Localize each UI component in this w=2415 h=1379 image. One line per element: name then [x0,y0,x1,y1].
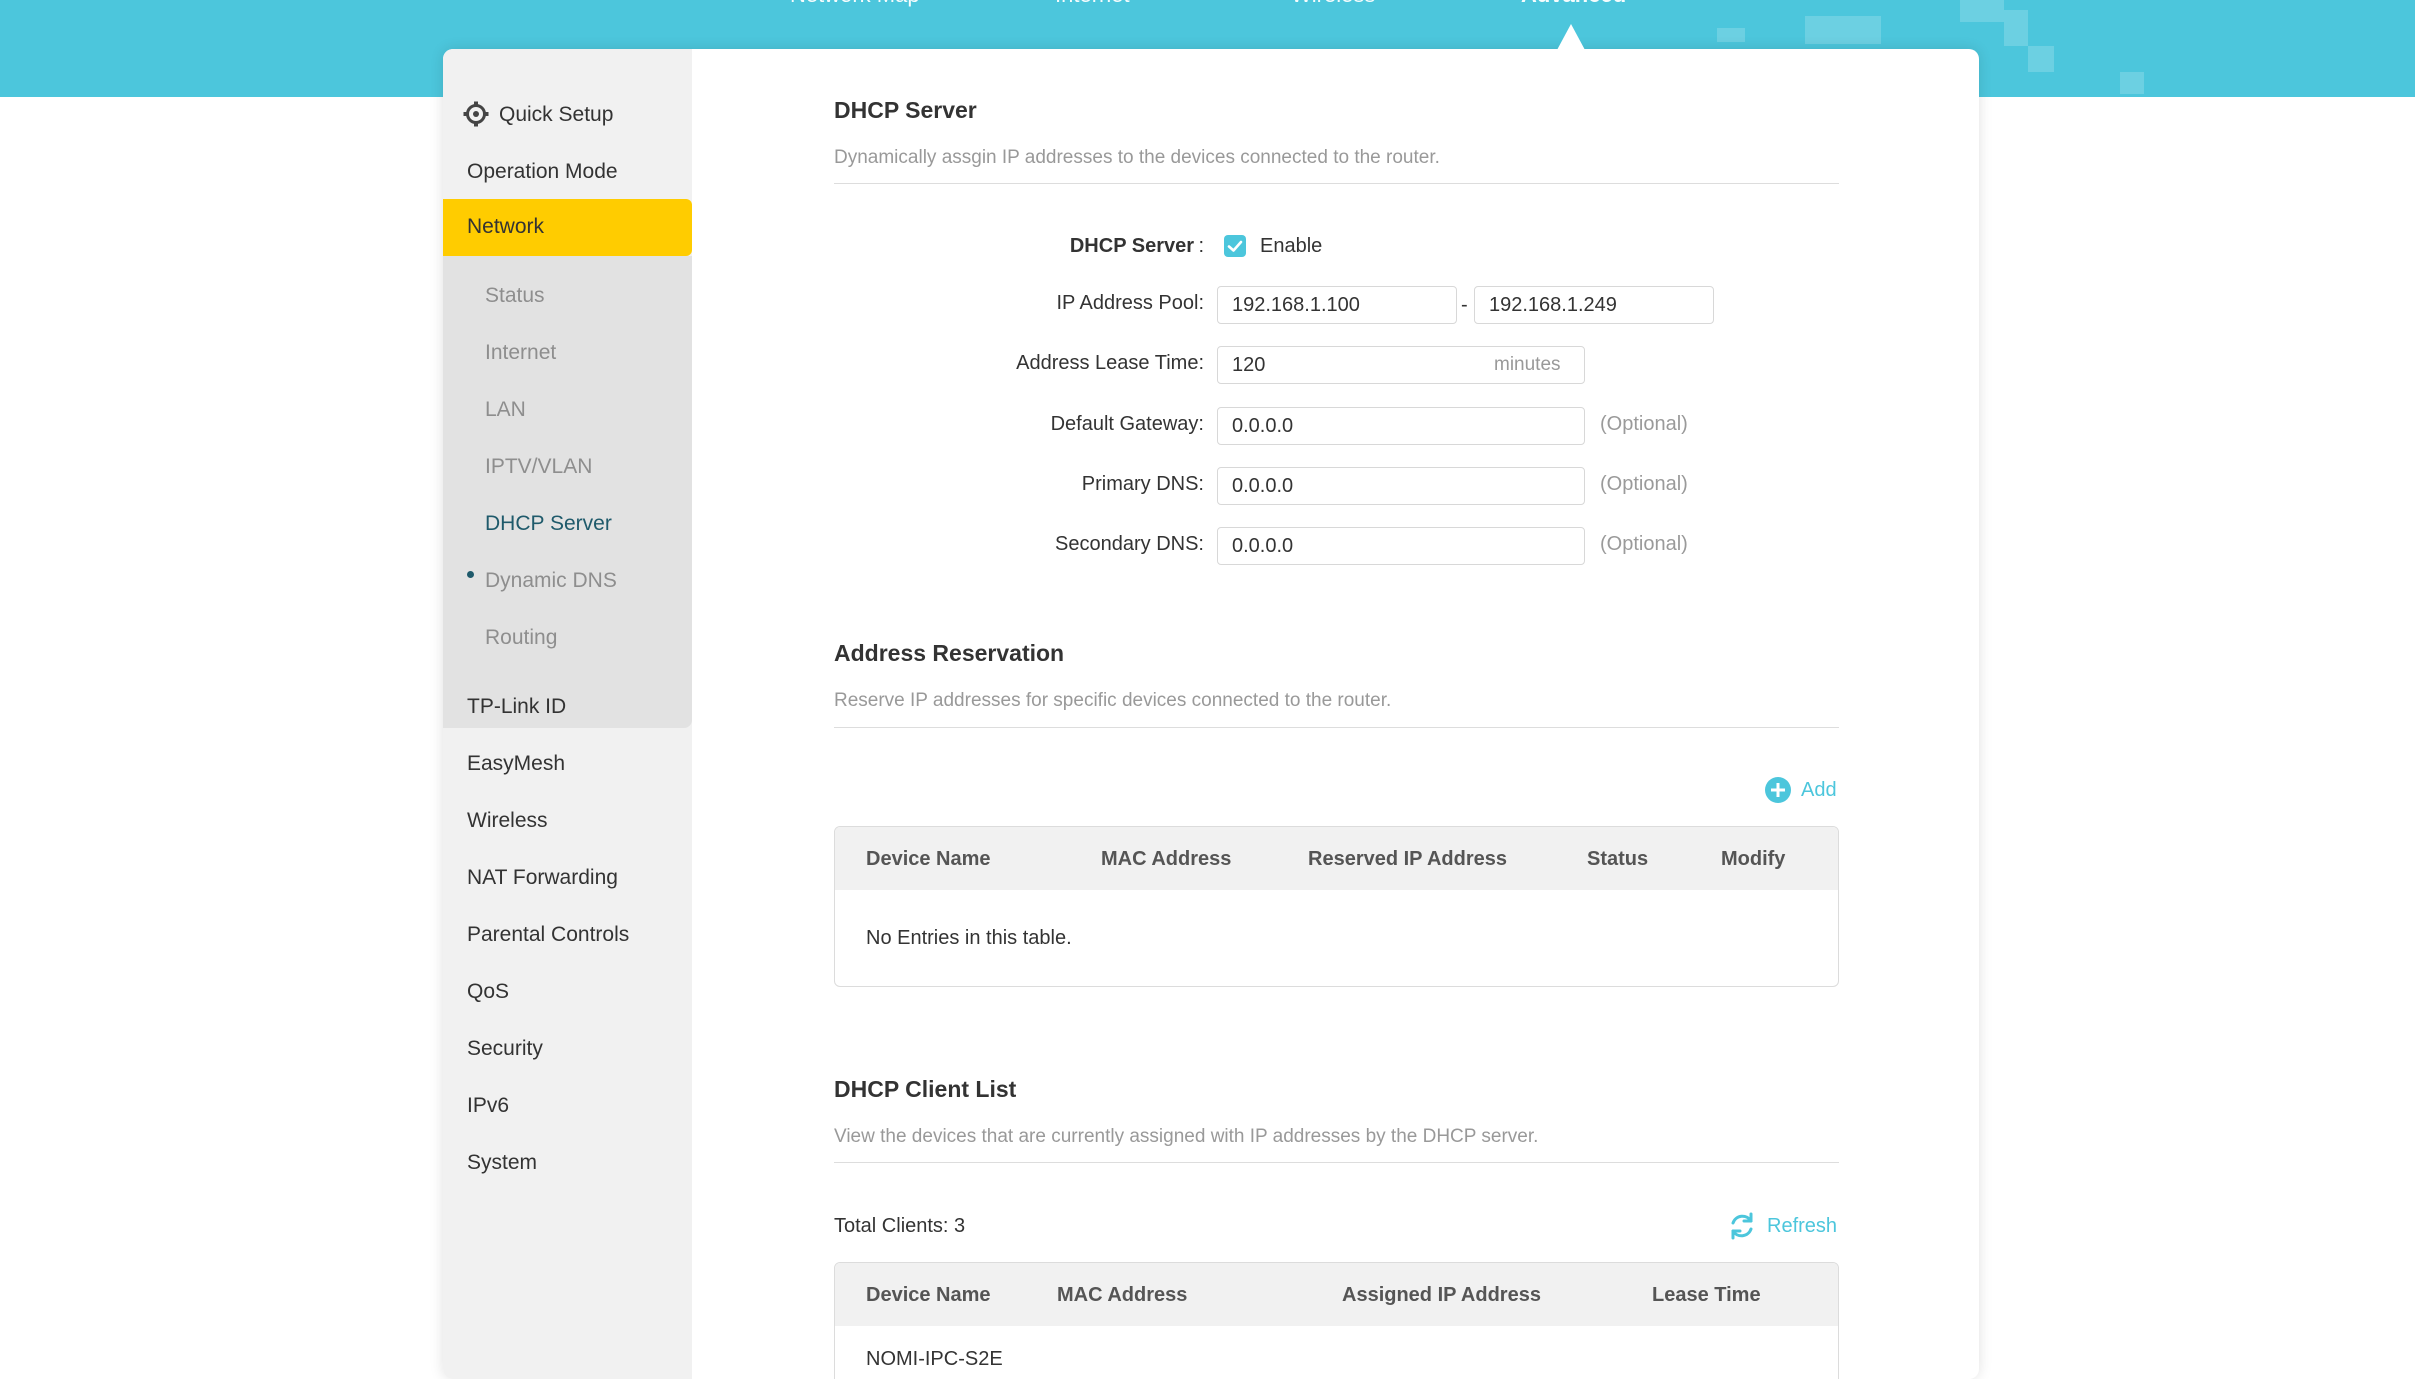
gateway-input[interactable] [1217,407,1585,445]
ip-pool-end-input[interactable] [1474,286,1714,324]
lease-time-label: Address Lease Time: [1016,352,1204,374]
add-button[interactable]: Add [1801,779,1837,802]
column-mac-address: MAC Address [1057,1284,1188,1306]
column-status: Status [1587,848,1649,870]
divider [834,1162,1839,1163]
column-device-name: Device Name [866,848,991,870]
decor-pixel [2028,46,2054,72]
ip-pool-label: IP Address Pool: [1056,292,1205,314]
decor-pixel [1805,16,1881,44]
reservation-table: Device Name MAC Address Reserved IP Addr… [834,826,1839,987]
decor-pixel [2004,10,2028,46]
secondary-dns-label: Secondary DNS: [1055,533,1204,555]
subnav-item-lan[interactable]: LAN [485,398,526,422]
subnav-item-dynamic-dns[interactable]: Dynamic DNS [485,569,617,593]
subnav-item-iptv-vlan[interactable]: IPTV/VLAN [485,455,592,479]
label-colon: : [1198,235,1204,257]
sidebar-item-security[interactable]: Security [467,1037,543,1061]
dhcp-server-desc: Dynamically assgin IP addresses to the d… [834,147,1440,168]
check-icon [1227,240,1243,252]
sidebar-item-quick-setup[interactable]: Quick Setup [499,103,613,127]
subnav-item-dhcp-server[interactable]: DHCP Server [485,512,612,536]
content-area: DHCP Server Dynamically assgin IP addres… [834,49,1844,1379]
gear-icon [463,101,489,127]
tab-internet[interactable]: Internet [1055,0,1130,8]
ip-pool-start-input[interactable] [1217,286,1457,324]
sidebar-item-easymesh[interactable]: EasyMesh [467,752,565,776]
sidebar-item-qos[interactable]: QoS [467,980,509,1004]
active-tab-indicator [1557,24,1585,50]
secondary-dns-optional: (Optional) [1600,533,1688,555]
refresh-button[interactable]: Refresh [1767,1215,1837,1238]
column-assigned-ip: Assigned IP Address [1342,1284,1541,1306]
enable-label: Enable [1260,235,1323,257]
sidebar-item-wireless[interactable]: Wireless [467,809,548,833]
enable-checkbox[interactable] [1224,235,1246,257]
sidebar-item-parental-controls[interactable]: Parental Controls [467,923,629,947]
client-list-desc: View the devices that are currently assi… [834,1126,1539,1147]
empty-table-text: No Entries in this table. [866,927,1072,949]
active-bullet [467,571,474,578]
sidebar-item-tp-link-id[interactable]: TP-Link ID [467,695,566,719]
subnav-item-status[interactable]: Status [485,284,545,308]
sidebar-item-network[interactable]: Network [443,199,692,256]
column-modify: Modify [1721,848,1786,870]
column-reserved-ip: Reserved IP Address [1308,848,1507,870]
tab-network-map[interactable]: Network Map [790,0,920,8]
lease-unit: minutes [1494,354,1561,375]
decor-pixel [1960,0,2004,22]
main-card: Quick Setup Operation Mode Network Statu… [443,49,1979,1379]
column-mac-address: MAC Address [1101,848,1232,870]
tab-wireless[interactable]: Wireless [1291,0,1375,8]
divider [834,727,1839,728]
dhcp-server-title: DHCP Server [834,97,977,123]
decor-pixel [1717,28,1745,42]
table-row-device-name: NOMI-IPC-S2E [866,1348,1003,1370]
sidebar-item-ipv6[interactable]: IPv6 [467,1094,509,1118]
add-icon[interactable] [1764,776,1792,804]
sidebar-item-system[interactable]: System [467,1151,537,1175]
decor-pixel [2120,72,2144,94]
primary-dns-input[interactable] [1217,467,1585,505]
sidebar-item-operation-mode[interactable]: Operation Mode [467,160,618,184]
column-lease-time: Lease Time [1652,1284,1761,1306]
subnav-item-routing[interactable]: Routing [485,626,557,650]
gateway-label: Default Gateway: [1050,413,1204,435]
column-device-name: Device Name [866,1284,991,1306]
sidebar-item-label: Network [467,215,545,238]
gateway-optional: (Optional) [1600,413,1688,435]
sidebar: Quick Setup Operation Mode Network Statu… [443,49,692,1379]
client-table: Device Name MAC Address Assigned IP Addr… [834,1262,1839,1379]
dhcp-server-label: DHCP Server [1069,235,1194,257]
secondary-dns-input[interactable] [1217,527,1585,565]
pool-dash: - [1461,294,1468,316]
subnav-item-internet[interactable]: Internet [485,341,556,365]
reservation-title: Address Reservation [834,640,1065,666]
reservation-desc: Reserve IP addresses for specific device… [834,690,1392,711]
divider [834,183,1839,184]
client-list-title: DHCP Client List [834,1076,1017,1102]
sidebar-item-nat-forwarding[interactable]: NAT Forwarding [467,866,618,890]
total-clients: Total Clients: 3 [834,1215,966,1237]
tab-advanced[interactable]: Advanced [1521,0,1626,8]
primary-dns-label: Primary DNS: [1081,473,1204,495]
network-subnav [443,256,692,728]
refresh-icon[interactable] [1727,1211,1757,1241]
primary-dns-optional: (Optional) [1600,473,1688,495]
